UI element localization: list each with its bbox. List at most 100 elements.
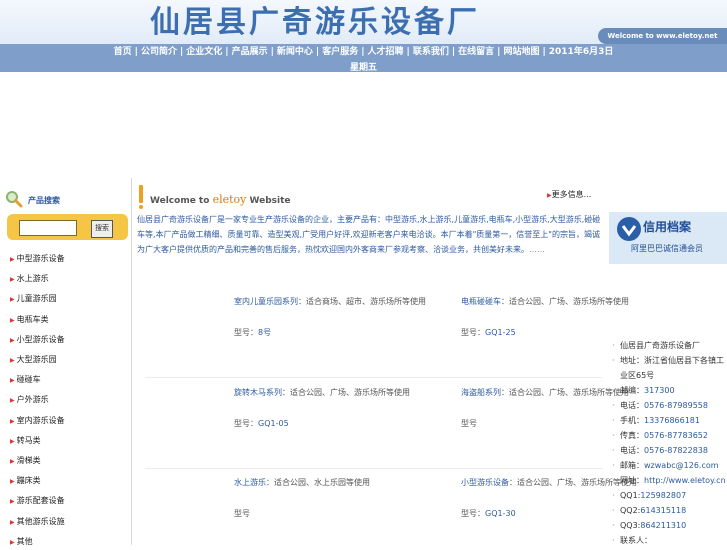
arrow-icon: ▶ — [10, 437, 15, 445]
product-name[interactable]: 电瓶碰碰车 — [461, 297, 501, 306]
contact-row: 网址：http://www.eletoy.cn — [612, 473, 727, 488]
category-item[interactable]: ▶ 滑梯类 — [10, 454, 41, 468]
nav-message[interactable]: 在线留言 — [458, 47, 494, 57]
category-label: 户外游乐 — [16, 395, 49, 405]
arrow-icon: ▶ — [10, 458, 15, 465]
category-item[interactable]: ▶ 碰碰车 — [10, 373, 41, 387]
product-code-label: 型号： — [461, 509, 485, 518]
product-item[interactable]: 海盗船系列：适合公园、广场、游乐场所等使用 型号 — [461, 387, 629, 429]
category-label: 儿童游乐园 — [16, 294, 57, 304]
contact-row: 地址：浙江省仙居县下各镇工业区65号 — [612, 353, 727, 383]
product-item[interactable]: 小型游乐设备：适合公园、广场、游乐场所等使用 型号：GQ1-30 — [461, 477, 637, 519]
row-divider — [145, 377, 602, 378]
product-desc: ：适合公园、水上乐园等使用 — [266, 478, 370, 487]
welcome-brand: eletoy — [212, 193, 247, 206]
nav-news[interactable]: 新闻中心 — [277, 47, 313, 57]
category-label: 游乐配套设备 — [16, 496, 65, 506]
search-input[interactable] — [19, 220, 77, 236]
product-name[interactable]: 水上游乐 — [234, 478, 266, 487]
product-code: 8号 — [258, 328, 272, 337]
arrow-icon: ▶ — [10, 357, 15, 364]
category-item[interactable]: ▶ 儿童游乐园 — [10, 292, 57, 306]
category-item[interactable]: ▶ 转马类 — [10, 434, 41, 448]
contact-value: http://www.eletoy.cn — [644, 476, 726, 485]
product-code: GQ1-25 — [485, 328, 516, 337]
contact-value: 0576-87822838 — [644, 446, 708, 455]
more-info-link[interactable]: ▶更多信息... — [547, 189, 591, 200]
search-button[interactable]: 搜索 — [91, 220, 113, 238]
contact-row: 邮编：317300 — [612, 383, 727, 398]
contact-row: 邮箱：wzwabc@126.com — [612, 458, 727, 473]
product-item[interactable]: 水上游乐：适合公园、水上乐园等使用 型号 — [234, 477, 370, 519]
product-code: GQ1-05 — [258, 419, 289, 428]
nav-sitemap[interactable]: 网站地图 — [503, 47, 539, 57]
product-name[interactable]: 小型游乐设备 — [461, 478, 509, 487]
more-info-label: 更多信息... — [551, 190, 592, 199]
sidebar: 产品搜索 搜索 ▶ 中型游乐设备 ▶ 水上游乐 ▶ 儿童游乐园 ▶ 电瓶车类 ▶ 小型游乐设备 ▶ 大… — [0, 178, 132, 546]
contact-label: 邮箱： — [620, 461, 644, 470]
category-item[interactable]: ▶ 其他游乐设施 — [10, 515, 65, 529]
welcome-prefix: Welcome to — [150, 196, 210, 206]
arrow-icon: ▶ — [10, 276, 15, 284]
category-item[interactable]: ▶ 小型游乐设备 — [10, 333, 65, 347]
category-item[interactable]: ▶ 电瓶车类 — [10, 313, 49, 327]
nav-contact[interactable]: 联系我们 — [413, 47, 449, 57]
exclamation-dot-icon — [139, 205, 143, 209]
product-name[interactable]: 室内儿童乐园系列 — [234, 297, 298, 306]
category-label: 滑梯类 — [16, 456, 41, 465]
product-code: GQ1-30 — [485, 509, 516, 518]
category-item[interactable]: ▶ 户外游乐 — [10, 393, 49, 407]
nav-about[interactable]: 公司简介 — [141, 47, 177, 57]
current-date: 2011年6月3日 — [548, 47, 614, 57]
arrow-icon: ▶ — [10, 498, 15, 506]
category-label: 水上游乐 — [16, 274, 49, 284]
product-name[interactable]: 海盗船系列 — [461, 388, 501, 397]
category-item[interactable]: ▶ 游乐配套设备 — [10, 494, 65, 508]
contact-label: 传真： — [620, 431, 644, 440]
arrow-icon: ▶ — [10, 377, 15, 385]
product-item[interactable]: 电瓶碰碰车：适合公园、广场、游乐场所等使用型号：GQ1-25 — [461, 296, 629, 338]
product-desc: ：适合公园、广场、游乐场所等使用 — [501, 297, 629, 306]
contact-label: QQ2: — [620, 506, 641, 515]
company-intro: 仙居县广奇游乐设备厂是一家专业生产游乐设备的企业，主要产品有：中型游乐,水上游乐… — [137, 212, 602, 257]
category-label: 蹦床类 — [16, 476, 41, 486]
category-label: 大型游乐园 — [16, 355, 57, 364]
nav-culture[interactable]: 企业文化 — [186, 47, 222, 57]
product-item[interactable]: 室内儿童乐园系列：适合商场、超市、游乐场所等使用 型号：8号 — [234, 296, 426, 338]
category-label: 其他游乐设施 — [16, 516, 65, 526]
category-label: 室内游乐设备 — [16, 415, 65, 425]
category-item[interactable]: ▶ 中型游乐设备 — [10, 252, 65, 266]
welcome-heading: Welcome to eletoy Website — [137, 185, 603, 209]
arrow-icon: ▶ — [10, 256, 15, 263]
contact-row: QQ1:125982807 — [612, 488, 727, 503]
contact-label: QQ3: — [620, 521, 641, 530]
contact-row: QQ2:614315118 — [612, 503, 727, 518]
arrow-icon: ▶ — [10, 518, 15, 526]
contact-row: 手机：13376866181 — [612, 413, 727, 428]
nav-links: 首页 | 公司简介 | 企业文化 | 产品展示 | 新闻中心 | 客户服务 | 人才招聘 | 联系我们 | 在线… — [113, 47, 614, 57]
category-label: 小型游乐设备 — [16, 334, 65, 344]
intro-more-link[interactable]: …… — [529, 245, 545, 254]
contact-label: 电话： — [620, 446, 644, 455]
product-name[interactable]: 旋转木马系列 — [234, 388, 282, 397]
credit-badge[interactable]: 信用档案 阿里巴巴诚信通会员 — [609, 212, 727, 264]
nav-service[interactable]: 客户服务 — [322, 47, 358, 57]
product-code-label: 型号： — [234, 419, 258, 428]
nav-home[interactable]: 首页 — [114, 47, 132, 57]
category-item[interactable]: ▶ 水上游乐 — [10, 272, 49, 286]
product-item[interactable]: 旋转木马系列：适合公园、广场、游乐场所等使用 型号：GQ1-05 — [234, 387, 410, 429]
category-item[interactable]: ▶ 室内游乐设备 — [10, 414, 65, 428]
welcome-suffix: Website — [249, 196, 291, 206]
contact-value: 614315118 — [640, 506, 687, 515]
category-item[interactable]: ▶ 蹦床类 — [10, 474, 41, 488]
nav-jobs[interactable]: 人才招聘 — [368, 47, 404, 57]
contact-value: 13376866181 — [644, 416, 700, 425]
contact-label: 邮编： — [620, 386, 644, 395]
product-code-label: 型号 — [461, 419, 477, 428]
product-code-label: 型号： — [461, 328, 485, 337]
nav-products[interactable]: 产品展示 — [232, 47, 268, 57]
category-item[interactable]: ▶ 其他 — [10, 535, 33, 549]
category-item[interactable]: ▶ 大型游乐园 — [10, 353, 57, 367]
arrow-icon: ▶ — [10, 316, 15, 324]
contact-row: 联系人： — [612, 533, 727, 548]
